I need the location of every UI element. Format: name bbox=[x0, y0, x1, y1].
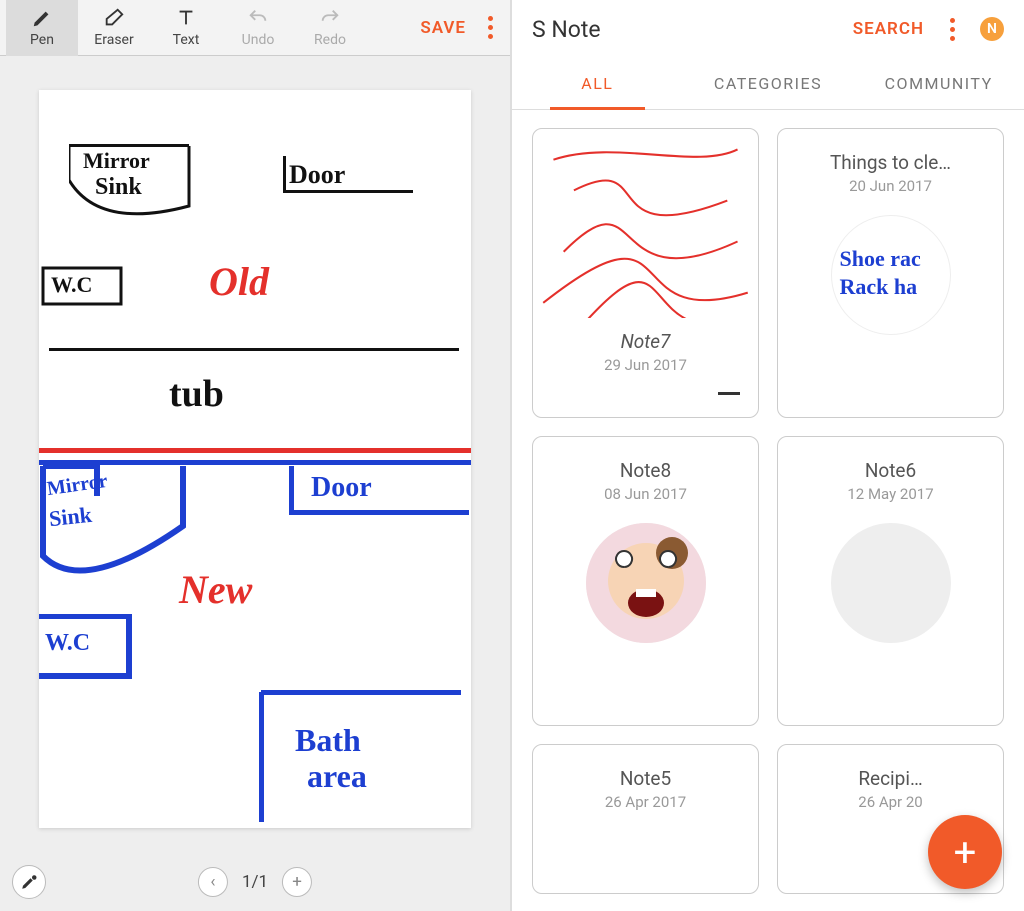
dot-icon bbox=[488, 25, 493, 30]
add-note-fab[interactable]: + bbox=[928, 815, 1002, 889]
tool-pen[interactable]: Pen bbox=[6, 0, 78, 56]
tab-community[interactable]: COMMUNITY bbox=[853, 58, 1024, 109]
stroke bbox=[39, 448, 471, 453]
note-meta: Recipi… 26 Apr 20 bbox=[778, 745, 1003, 819]
hand-label: Bath bbox=[295, 722, 361, 759]
dot-icon bbox=[950, 36, 955, 41]
note-meta: Note6 12 May 2017 bbox=[778, 437, 1003, 511]
hand-label: W.C bbox=[45, 630, 90, 657]
thumb-text: Shoe rac bbox=[840, 246, 921, 272]
note-title: Recipi… bbox=[778, 767, 1003, 790]
list-pane: S Note SEARCH N ALL CATEGORIES COMMUNITY… bbox=[512, 0, 1024, 911]
redo-icon bbox=[319, 7, 341, 29]
hand-label: W.C bbox=[51, 272, 92, 298]
save-button[interactable]: SAVE bbox=[410, 18, 476, 38]
hand-label: Door bbox=[289, 160, 345, 190]
plus-icon: + bbox=[954, 829, 977, 876]
page-indicator: 1/1 bbox=[242, 872, 268, 892]
hand-label: tub bbox=[169, 372, 224, 416]
note-title: Note7 bbox=[533, 330, 758, 353]
tool-undo[interactable]: Undo bbox=[222, 0, 294, 56]
tool-eraser-label: Eraser bbox=[94, 32, 133, 48]
tool-undo-label: Undo bbox=[242, 32, 275, 48]
eraser-icon bbox=[103, 7, 125, 29]
note-title: Note5 bbox=[533, 767, 758, 790]
text-icon bbox=[175, 7, 197, 29]
note-card[interactable]: Things to cle… 20 Jun 2017 Shoe rac Rack… bbox=[777, 128, 1004, 418]
list-more-menu[interactable] bbox=[938, 18, 966, 41]
circle-thumb bbox=[831, 523, 951, 643]
tabs: ALL CATEGORIES COMMUNITY bbox=[512, 58, 1024, 110]
note-meta: Things to cle… 20 Jun 2017 bbox=[778, 129, 1003, 203]
note-card[interactable]: Note6 12 May 2017 bbox=[777, 436, 1004, 726]
note-date: 08 Jun 2017 bbox=[533, 485, 758, 503]
note-thumbnail bbox=[533, 511, 758, 671]
tab-all[interactable]: ALL bbox=[512, 58, 683, 109]
stroke bbox=[289, 510, 469, 515]
page-add-button[interactable]: + bbox=[282, 867, 312, 897]
note-thumbnail bbox=[533, 129, 758, 318]
stroke bbox=[49, 348, 459, 351]
hand-label: Door bbox=[311, 472, 372, 504]
scribble-icon bbox=[533, 129, 758, 318]
note-date: 20 Jun 2017 bbox=[778, 177, 1003, 195]
pen-icon bbox=[31, 7, 53, 29]
profile-badge[interactable]: N bbox=[980, 17, 1004, 41]
note-card[interactable]: Note5 26 Apr 2017 bbox=[532, 744, 759, 894]
dot-icon bbox=[488, 16, 493, 21]
tool-redo-label: Redo bbox=[314, 32, 346, 48]
tool-redo[interactable]: Redo bbox=[294, 0, 366, 56]
cartoon-face-icon bbox=[586, 523, 706, 643]
circle-thumb: Shoe rac Rack ha bbox=[831, 215, 951, 335]
hand-label: New bbox=[179, 566, 252, 613]
hand-label: Sink bbox=[48, 502, 93, 532]
note-meta: Note5 26 Apr 2017 bbox=[533, 745, 758, 819]
note-date: 26 Apr 20 bbox=[778, 793, 1003, 811]
note-date: 26 Apr 2017 bbox=[533, 793, 758, 811]
editor-toolbar: Pen Eraser Text Undo Redo SAVE bbox=[0, 0, 510, 56]
tab-categories[interactable]: CATEGORIES bbox=[683, 58, 854, 109]
pen-settings-button[interactable] bbox=[12, 865, 46, 899]
canvas-area: Mirror Sink Door W.C Old tub Mirror Sink… bbox=[0, 56, 510, 911]
drawing-canvas[interactable]: Mirror Sink Door W.C Old tub Mirror Sink… bbox=[39, 90, 471, 828]
search-button[interactable]: SEARCH bbox=[853, 19, 924, 39]
note-title: Things to cle… bbox=[778, 151, 1003, 174]
hand-label: area bbox=[307, 758, 367, 795]
note-thumbnail: Shoe rac Rack ha bbox=[778, 203, 1003, 363]
stroke bbox=[283, 156, 286, 190]
note-meta: Note7 29 Jun 2017 bbox=[533, 318, 758, 417]
note-thumbnail bbox=[778, 511, 1003, 671]
tool-eraser[interactable]: Eraser bbox=[78, 0, 150, 56]
thumb-text: Rack ha bbox=[840, 274, 918, 300]
note-title: Note8 bbox=[533, 459, 758, 482]
note-title: Note6 bbox=[778, 459, 1003, 482]
editor-more-menu[interactable] bbox=[476, 16, 504, 39]
note-card[interactable]: Note8 08 Jun 2017 bbox=[532, 436, 759, 726]
app-title: S Note bbox=[532, 16, 601, 43]
page-prev-button[interactable]: ‹ bbox=[198, 867, 228, 897]
note-card[interactable]: Note7 29 Jun 2017 bbox=[532, 128, 759, 418]
stroke bbox=[69, 146, 209, 226]
note-date: 29 Jun 2017 bbox=[533, 356, 758, 374]
circle-thumb bbox=[586, 523, 706, 643]
stroke bbox=[289, 466, 294, 512]
stroke bbox=[718, 392, 740, 395]
dot-icon bbox=[488, 34, 493, 39]
tool-text-label: Text bbox=[173, 32, 200, 48]
note-date: 12 May 2017 bbox=[778, 485, 1003, 503]
pen-star-icon bbox=[20, 873, 38, 891]
tool-pen-label: Pen bbox=[30, 32, 54, 48]
list-header: S Note SEARCH N bbox=[512, 0, 1024, 58]
tool-text[interactable]: Text bbox=[150, 0, 222, 56]
note-meta: Note8 08 Jun 2017 bbox=[533, 437, 758, 511]
pager: ‹ 1/1 + bbox=[198, 867, 312, 897]
dot-icon bbox=[950, 18, 955, 23]
editor-pane: Pen Eraser Text Undo Redo SAVE Mirro bbox=[0, 0, 512, 911]
notes-grid: Note7 29 Jun 2017 Things to cle… 20 Jun … bbox=[512, 110, 1024, 911]
dot-icon bbox=[950, 27, 955, 32]
undo-icon bbox=[247, 7, 269, 29]
hand-label: Old bbox=[209, 258, 269, 305]
note-thumbnail bbox=[533, 819, 758, 894]
stroke bbox=[283, 190, 413, 193]
